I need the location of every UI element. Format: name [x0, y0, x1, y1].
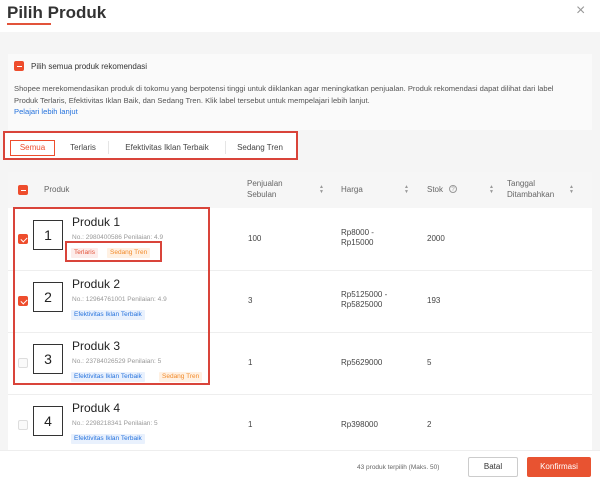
dialog-footer: 43 produk terpilih (Maks. 50) Batal Konf… [0, 450, 600, 483]
row-checkbox[interactable] [18, 420, 28, 430]
tab-terlaris[interactable]: Terlaris [60, 140, 106, 156]
stock-value: 2 [427, 420, 432, 429]
product-meta: No.: 2298218341 Penilaian: 5 [72, 420, 158, 427]
highlight-box [65, 241, 162, 262]
price-value-max: Rp5825000 [341, 300, 383, 309]
price-value-max: Rp15000 [341, 238, 374, 247]
sales-value: 1 [248, 420, 253, 429]
price-value: Rp398000 [341, 420, 378, 429]
sort-icon[interactable]: ▲ ▼ [569, 185, 574, 195]
product-name: Produk 4 [72, 401, 121, 415]
sales-value: 3 [248, 296, 253, 305]
selected-count: 43 produk terpilih (Maks. 50) [357, 464, 440, 471]
tab-efektivitas-iklan-terbaik[interactable]: Efektivitas Iklan Terbaik [111, 140, 223, 156]
price-value: Rp5125000 - [341, 290, 388, 299]
help-icon[interactable]: ? [449, 185, 457, 193]
price-value: Rp8000 - [341, 228, 374, 237]
stock-value: 5 [427, 358, 432, 367]
price-value: Rp5629000 [341, 358, 383, 367]
tab-sedang-tren[interactable]: Sedang Tren [227, 140, 293, 156]
tab-semua[interactable]: Semua [10, 140, 55, 156]
close-icon[interactable]: × [576, 2, 585, 20]
header-ditambahkan: Ditambahkan [507, 190, 555, 199]
stock-value: 193 [427, 296, 441, 305]
header-penjualan[interactable]: Penjualan [247, 179, 283, 188]
table-header: Produk Penjualan Sebulan ▲ ▼ Harga ▲ ▼ Sto… [8, 172, 592, 208]
select-all-recommended-checkbox[interactable] [14, 61, 24, 71]
filter-tabs: Semua Terlaris Efektivitas Iklan Terbaik… [3, 131, 298, 160]
table-row[interactable]: 4 Produk 4 No.: 2298218341 Penilaian: 5 … [8, 394, 592, 450]
confirm-button[interactable]: Konfirmasi [527, 457, 591, 477]
select-all-recommended[interactable]: Pilih semua produk rekomendasi [14, 61, 147, 71]
select-all-recommended-label: Pilih semua produk rekomendasi [31, 61, 148, 71]
highlight-box [13, 207, 210, 385]
header-produk: Produk [44, 185, 70, 194]
sales-value: 100 [248, 234, 262, 243]
header-harga[interactable]: Harga [341, 185, 363, 194]
select-all-checkbox[interactable] [18, 185, 28, 195]
dialog-title: Pilih Produk [7, 3, 107, 22]
sort-icon[interactable]: ▲ ▼ [489, 185, 494, 195]
sort-icon[interactable]: ▲ ▼ [319, 185, 324, 195]
header-tanggal[interactable]: Tanggal [507, 179, 535, 188]
dialog-header: Pilih Produk × [0, 0, 600, 28]
tab-divider [108, 141, 109, 154]
tab-divider [225, 141, 226, 154]
title-underline [7, 23, 51, 25]
cancel-button[interactable]: Batal [468, 457, 518, 477]
learn-more-link[interactable]: Pelajari lebih lanjut [14, 107, 78, 116]
header-sebulan: Sebulan [247, 190, 277, 199]
sort-icon[interactable]: ▲ ▼ [404, 185, 409, 195]
stock-value: 2000 [427, 234, 445, 243]
header-stok[interactable]: Stok [427, 185, 443, 194]
row-number-label: 4 [33, 406, 63, 436]
tag-efektivitas-iklan-terbaik[interactable]: Efektivitas Iklan Terbaik [71, 434, 145, 444]
sales-value: 1 [248, 358, 253, 367]
recommendation-description: Shopee merekomendasikan produk di tokomu… [14, 84, 554, 105]
